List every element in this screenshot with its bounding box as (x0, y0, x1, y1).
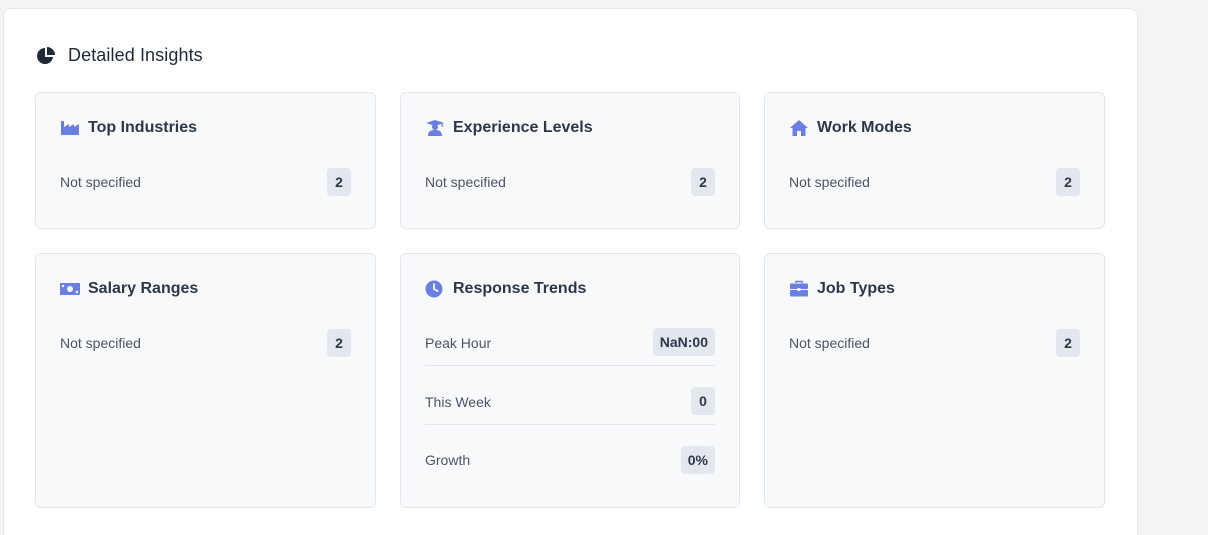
card-work-modes: Work Modes Not specified 2 (764, 92, 1105, 229)
card-title: Experience Levels (453, 119, 593, 136)
page-title: Detailed Insights (68, 45, 203, 65)
row-label: Not specified (60, 174, 141, 190)
peak-hour-row: Peak Hour NaN:00 (425, 328, 715, 366)
count-badge: 2 (1056, 329, 1080, 357)
card-title: Top Industries (88, 119, 198, 136)
card-title: Salary Ranges (88, 280, 199, 297)
count-badge: 2 (327, 168, 351, 196)
list-item: Not specified 2 (789, 167, 1080, 197)
card-title: Work Modes (817, 119, 912, 136)
row-label: This Week (425, 394, 491, 410)
row-label: Not specified (425, 174, 506, 190)
pie-chart-icon (36, 46, 56, 66)
graduate-icon (425, 119, 445, 137)
list-item: Not specified 2 (60, 328, 351, 358)
value-badge: NaN:00 (652, 328, 715, 356)
panel-header: Detailed Insights (36, 45, 203, 66)
growth-row: Growth 0% (425, 445, 715, 475)
card-top-industries: Top Industries Not specified 2 (35, 92, 376, 229)
row-label: Growth (425, 452, 471, 468)
card-title: Response Trends (453, 280, 587, 297)
card-experience-levels: Experience Levels Not specified 2 (400, 92, 740, 229)
list-item: Not specified 2 (60, 167, 351, 197)
count-badge: 2 (1056, 168, 1080, 196)
clock-icon (425, 280, 445, 298)
home-icon (789, 119, 809, 137)
row-label: Not specified (789, 335, 870, 351)
value-badge: 0% (680, 446, 715, 474)
count-badge: 2 (691, 168, 715, 196)
money-icon (60, 280, 80, 298)
card-job-types: Job Types Not specified 2 (764, 253, 1105, 508)
card-response-trends: Response Trends Peak Hour NaN:00 This We… (400, 253, 740, 508)
briefcase-icon (789, 280, 809, 298)
row-label: Not specified (60, 335, 141, 351)
card-salary-ranges: Salary Ranges Not specified 2 (35, 253, 376, 508)
list-item: Not specified 2 (789, 328, 1080, 358)
industry-icon (60, 119, 80, 137)
list-item: Not specified 2 (425, 167, 715, 197)
this-week-row: This Week 0 (425, 387, 715, 425)
value-badge: 0 (691, 387, 715, 415)
row-label: Not specified (789, 174, 870, 190)
card-title: Job Types (817, 280, 895, 297)
count-badge: 2 (327, 329, 351, 357)
row-label: Peak Hour (425, 335, 492, 351)
